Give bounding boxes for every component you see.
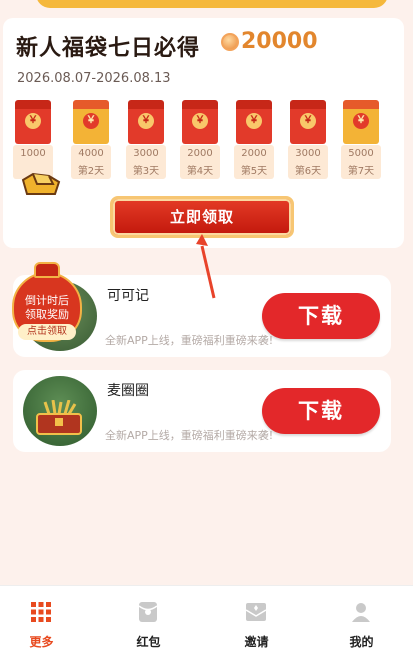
app-card-maiquanquan: 麦圈圈 全新APP上线，重磅福利重磅来袭! 下载	[13, 370, 391, 452]
day-reward-label: 第5天	[240, 166, 268, 177]
grid-icon	[31, 602, 51, 622]
red-envelope-icon	[138, 602, 158, 622]
coin-amount: 20000	[241, 29, 318, 54]
app-description: 全新APP上线，重磅福利重磅来袭!	[105, 334, 274, 347]
gold-ingot-icon	[21, 172, 61, 195]
daily-rewards-row: ￥ 1000 ￥ 4000 第2天 ￥ 3000 第3天 ￥ 2000 第4天 …	[13, 100, 393, 200]
gift-box-icon: ￥	[73, 100, 109, 144]
red-envelope-icon: ￥	[128, 100, 164, 144]
day-reward-3[interactable]: ￥ 3000 第3天	[126, 100, 166, 182]
claim-now-button[interactable]: 立即领取	[110, 196, 294, 238]
top-banner-edge	[36, 0, 388, 8]
day-reward-amount: 3000	[295, 148, 321, 159]
promo-date-range: 2026.08.07-2026.08.13	[17, 71, 171, 86]
day-reward-label: 第7天	[347, 166, 375, 177]
day-reward-amount: 1000	[20, 148, 46, 159]
treasure-chest-icon[interactable]	[23, 376, 97, 446]
day-reward-amount: 3000	[133, 148, 159, 159]
nav-label: 更多	[29, 635, 54, 649]
nav-item-profile[interactable]: 我的	[310, 586, 413, 655]
invite-mail-icon	[245, 603, 267, 621]
day-reward-amount: 2000	[187, 148, 213, 159]
day-reward-label: 第4天	[186, 166, 214, 177]
day-reward-label: 第6天	[294, 166, 322, 177]
day-reward-5[interactable]: ￥ 2000 第5天	[234, 100, 274, 182]
day-reward-amount: 5000	[348, 148, 374, 159]
day-reward-6[interactable]: ￥ 3000 第6天	[288, 100, 328, 182]
day-reward-amount: 4000	[78, 148, 104, 159]
reward-text: 领取奖励	[25, 308, 69, 321]
red-envelope-icon: ￥	[15, 100, 51, 144]
day-reward-2[interactable]: ￥ 4000 第2天	[71, 100, 111, 182]
red-envelope-icon: ￥	[182, 100, 218, 144]
nav-label: 我的	[349, 635, 374, 649]
nav-item-more[interactable]: 更多	[0, 586, 93, 655]
day-reward-4[interactable]: ￥ 2000 第4天	[180, 100, 220, 182]
nav-label: 红包	[136, 635, 161, 649]
day-reward-label: 第3天	[132, 166, 160, 177]
countdown-reward-badge[interactable]: 倒计时后 领取奖励 点击领取	[12, 262, 82, 344]
nav-item-red-envelope[interactable]: 红包	[97, 586, 200, 655]
download-button[interactable]: 下载	[262, 388, 380, 434]
red-envelope-icon: ￥	[290, 100, 326, 144]
nav-item-invite[interactable]: 邀请	[205, 586, 308, 655]
red-envelope-icon: ￥	[236, 100, 272, 144]
download-button[interactable]: 下载	[262, 293, 380, 339]
day-reward-label: 第2天	[77, 166, 105, 177]
gift-box-icon: ￥	[343, 100, 379, 144]
chest-graphic	[36, 400, 82, 435]
day-reward-7[interactable]: ￥ 5000 第7天	[341, 100, 381, 182]
user-icon	[352, 603, 370, 622]
tap-to-claim-tag: 点击领取	[18, 324, 76, 340]
promo-title: 新人福袋七日必得	[16, 36, 201, 61]
coin-icon	[221, 33, 239, 51]
nav-label: 邀请	[244, 635, 269, 649]
bottom-navigation: 更多 红包 邀请 我的	[0, 585, 413, 655]
app-description: 全新APP上线，重磅福利重磅来袭!	[105, 429, 274, 442]
app-name: 可可记	[107, 288, 149, 304]
app-name: 麦圈圈	[107, 383, 149, 399]
day-reward-amount: 2000	[241, 148, 267, 159]
